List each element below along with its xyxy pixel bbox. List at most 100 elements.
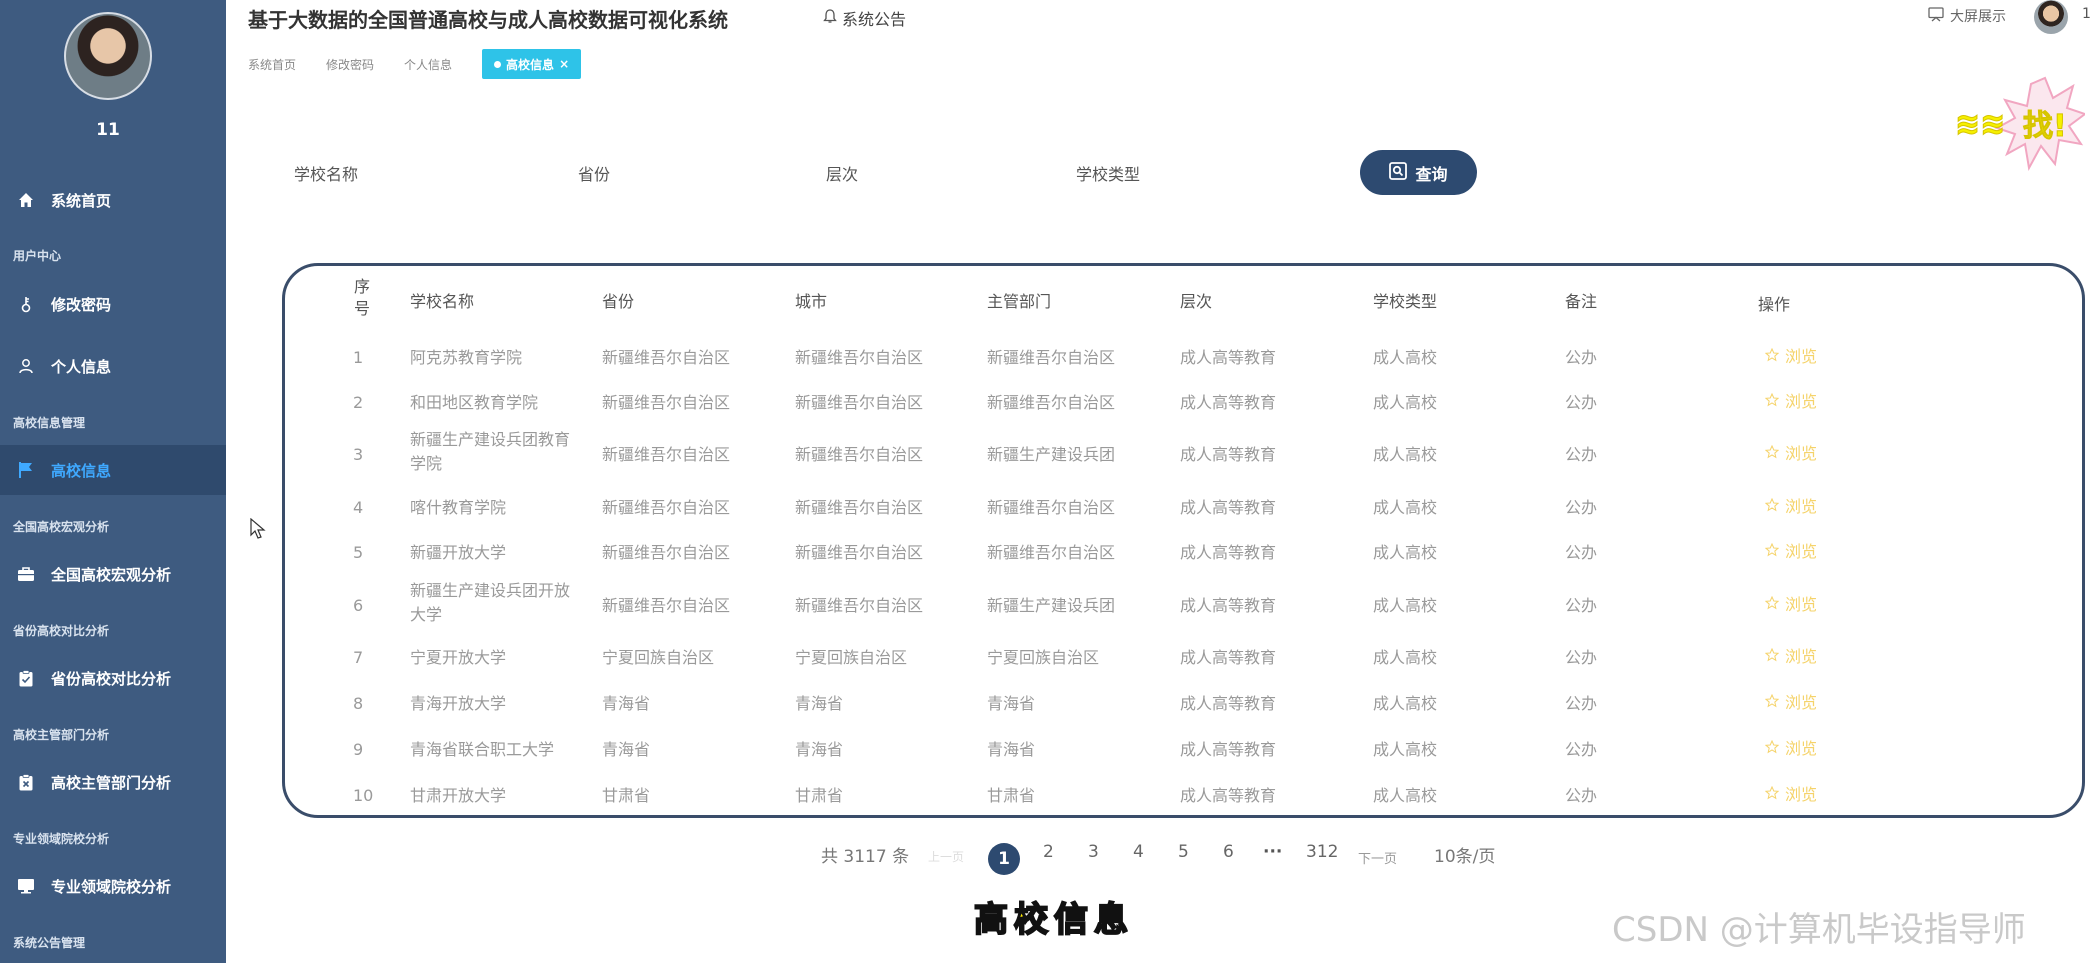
tab-change-password[interactable]: 修改密码 [326, 56, 374, 73]
cell-no: 3 [353, 445, 364, 464]
cell-level: 成人高等教育 [1180, 648, 1277, 667]
cell-type: 成人高校 [1373, 596, 1438, 615]
cell-note: 公办 [1565, 648, 1598, 667]
cell-note: 公办 [1565, 694, 1598, 713]
active-dot-icon [494, 60, 502, 68]
page-button[interactable]: 4 [1133, 842, 1144, 862]
cell-no: 7 [353, 648, 364, 667]
sidebar-item-national-analysis[interactable]: 全国高校宏观分析 [0, 549, 226, 599]
flag-icon [17, 461, 35, 479]
cell-city: 新疆维吾尔自治区 [795, 596, 924, 615]
page-current[interactable]: 1 [988, 843, 1020, 875]
clipboard-check-icon [17, 669, 35, 687]
key-icon [17, 295, 35, 313]
cell-name: 阿克苏教育学院 [410, 348, 523, 367]
menu-group-national-analysis: 全国高校宏观分析 [13, 520, 110, 534]
cell-dept: 青海省 [987, 740, 1036, 759]
cell-name: 青海省联合职工大学 [410, 740, 555, 759]
menu-group-major-analysis: 专业领域院校分析 [13, 832, 110, 846]
cell-type: 成人高校 [1373, 543, 1438, 562]
bigscreen-label: 大屏展示 [1950, 9, 2006, 25]
menu-group-user-center: 用户中心 [13, 249, 62, 263]
column-header-type[interactable]: 学校类型 [1373, 288, 1437, 312]
sidebar-item-label: 个人信息 [51, 357, 112, 376]
column-header-city[interactable]: 城市 [795, 288, 827, 312]
tab-home[interactable]: 系统首页 [248, 56, 296, 73]
browse-label: 浏览 [1785, 785, 1818, 804]
column-header-dept[interactable]: 主管部门 [987, 288, 1051, 312]
breadcrumb: 系统首页 修改密码 个人信息 高校信息 × [248, 49, 582, 79]
star-icon [1765, 648, 1779, 662]
page-button[interactable]: 6 [1223, 842, 1234, 862]
sidebar-item-school-info[interactable]: 高校信息 [0, 445, 226, 495]
sidebar-item-dept-analysis[interactable]: 高校主管部门分析 [0, 757, 226, 807]
cell-note: 公办 [1565, 348, 1598, 367]
sidebar-item-profile[interactable]: 个人信息 [0, 341, 226, 391]
cell-no: 6 [353, 596, 364, 615]
star-icon [1765, 786, 1779, 800]
browse-button[interactable]: 浏览 [1765, 388, 1817, 412]
browse-button[interactable]: 浏览 [1765, 538, 1817, 562]
column-header-note[interactable]: 备注 [1565, 288, 1597, 312]
sidebar-item-home[interactable]: 系统首页 [0, 175, 226, 225]
cell-level: 成人高等教育 [1180, 543, 1277, 562]
cell-type: 成人高校 [1373, 694, 1438, 713]
cell-no: 10 [353, 786, 374, 805]
more-pages-button[interactable]: ··· [1263, 842, 1282, 862]
header-avatar[interactable] [2034, 0, 2068, 34]
close-icon[interactable]: × [559, 57, 569, 71]
cell-city: 青海省 [795, 694, 844, 713]
browse-button[interactable]: 浏览 [1765, 493, 1817, 517]
column-header-province[interactable]: 省份 [602, 288, 634, 312]
pagination-total: 共 3117 条 [821, 847, 910, 867]
tab-school-info[interactable]: 高校信息 × [482, 49, 582, 79]
browse-button[interactable]: 浏览 [1765, 735, 1817, 759]
cell-province: 新疆维吾尔自治区 [602, 543, 731, 562]
browse-button[interactable]: 浏览 [1765, 643, 1817, 667]
prev-page-button[interactable]: 上一页 [928, 848, 964, 878]
cell-city: 宁夏回族自治区 [795, 648, 908, 667]
cell-dept: 新疆维吾尔自治区 [987, 348, 1116, 367]
school-name-input[interactable]: 学校名称 [294, 161, 358, 185]
sidebar-item-major-analysis[interactable]: 专业领域院校分析 [0, 861, 226, 911]
level-input[interactable]: 层次 [826, 161, 858, 185]
menu-group-province-compare: 省份高校对比分析 [13, 624, 110, 638]
cell-name: 新疆生产建设兵团教育学院 [410, 430, 571, 473]
browse-button[interactable]: 浏览 [1765, 591, 1817, 615]
tab-label: 高校信息 [506, 57, 555, 72]
next-page-button[interactable]: 下一页 [1358, 848, 1397, 878]
user-avatar[interactable] [64, 12, 152, 100]
sidebar: 11 系统首页 用户中心 修改密码 个人信息 高校信息管理 高校信息 全国高校宏… [0, 0, 226, 963]
app-root: 11 系统首页 用户中心 修改密码 个人信息 高校信息管理 高校信息 全国高校宏… [0, 0, 2093, 963]
notice-link[interactable]: 系统公告 [822, 6, 906, 30]
province-input[interactable]: 省份 [578, 161, 610, 185]
page-button[interactable]: 5 [1178, 842, 1189, 862]
header-username[interactable]: 1 [2082, 6, 2091, 22]
svg-text:≋≋: ≋≋ [1955, 107, 2005, 142]
svg-text:找!: 找! [2023, 109, 2067, 144]
browse-label: 浏览 [1785, 392, 1818, 411]
browse-button[interactable]: 浏览 [1765, 781, 1817, 805]
school-type-input[interactable]: 学校类型 [1076, 161, 1140, 185]
cell-city: 甘肃省 [795, 786, 844, 805]
screen-icon [1928, 6, 1944, 26]
sidebar-item-change-password[interactable]: 修改密码 [0, 279, 226, 329]
tab-profile[interactable]: 个人信息 [404, 56, 452, 73]
page-size-select[interactable]: 10条/页 [1434, 842, 1495, 872]
page-button[interactable]: 312 [1306, 842, 1338, 862]
browse-button[interactable]: 浏览 [1765, 440, 1817, 464]
bigscreen-link[interactable]: 大屏展示 [1928, 6, 2006, 26]
page-button[interactable]: 3 [1088, 842, 1099, 862]
browse-button[interactable]: 浏览 [1765, 689, 1817, 713]
browse-label: 浏览 [1785, 693, 1818, 712]
column-header-name[interactable]: 学校名称 [410, 288, 474, 312]
search-button[interactable]: 查询 [1360, 150, 1477, 195]
monitor-icon [17, 877, 35, 895]
cell-note: 公办 [1565, 786, 1598, 805]
browse-button[interactable]: 浏览 [1765, 343, 1817, 367]
page-button[interactable]: 2 [1043, 842, 1054, 862]
column-header-level[interactable]: 层次 [1180, 288, 1212, 312]
sidebar-item-label: 修改密码 [51, 295, 112, 314]
sidebar-item-province-compare[interactable]: 省份高校对比分析 [0, 653, 226, 703]
cell-dept: 宁夏回族自治区 [987, 648, 1100, 667]
